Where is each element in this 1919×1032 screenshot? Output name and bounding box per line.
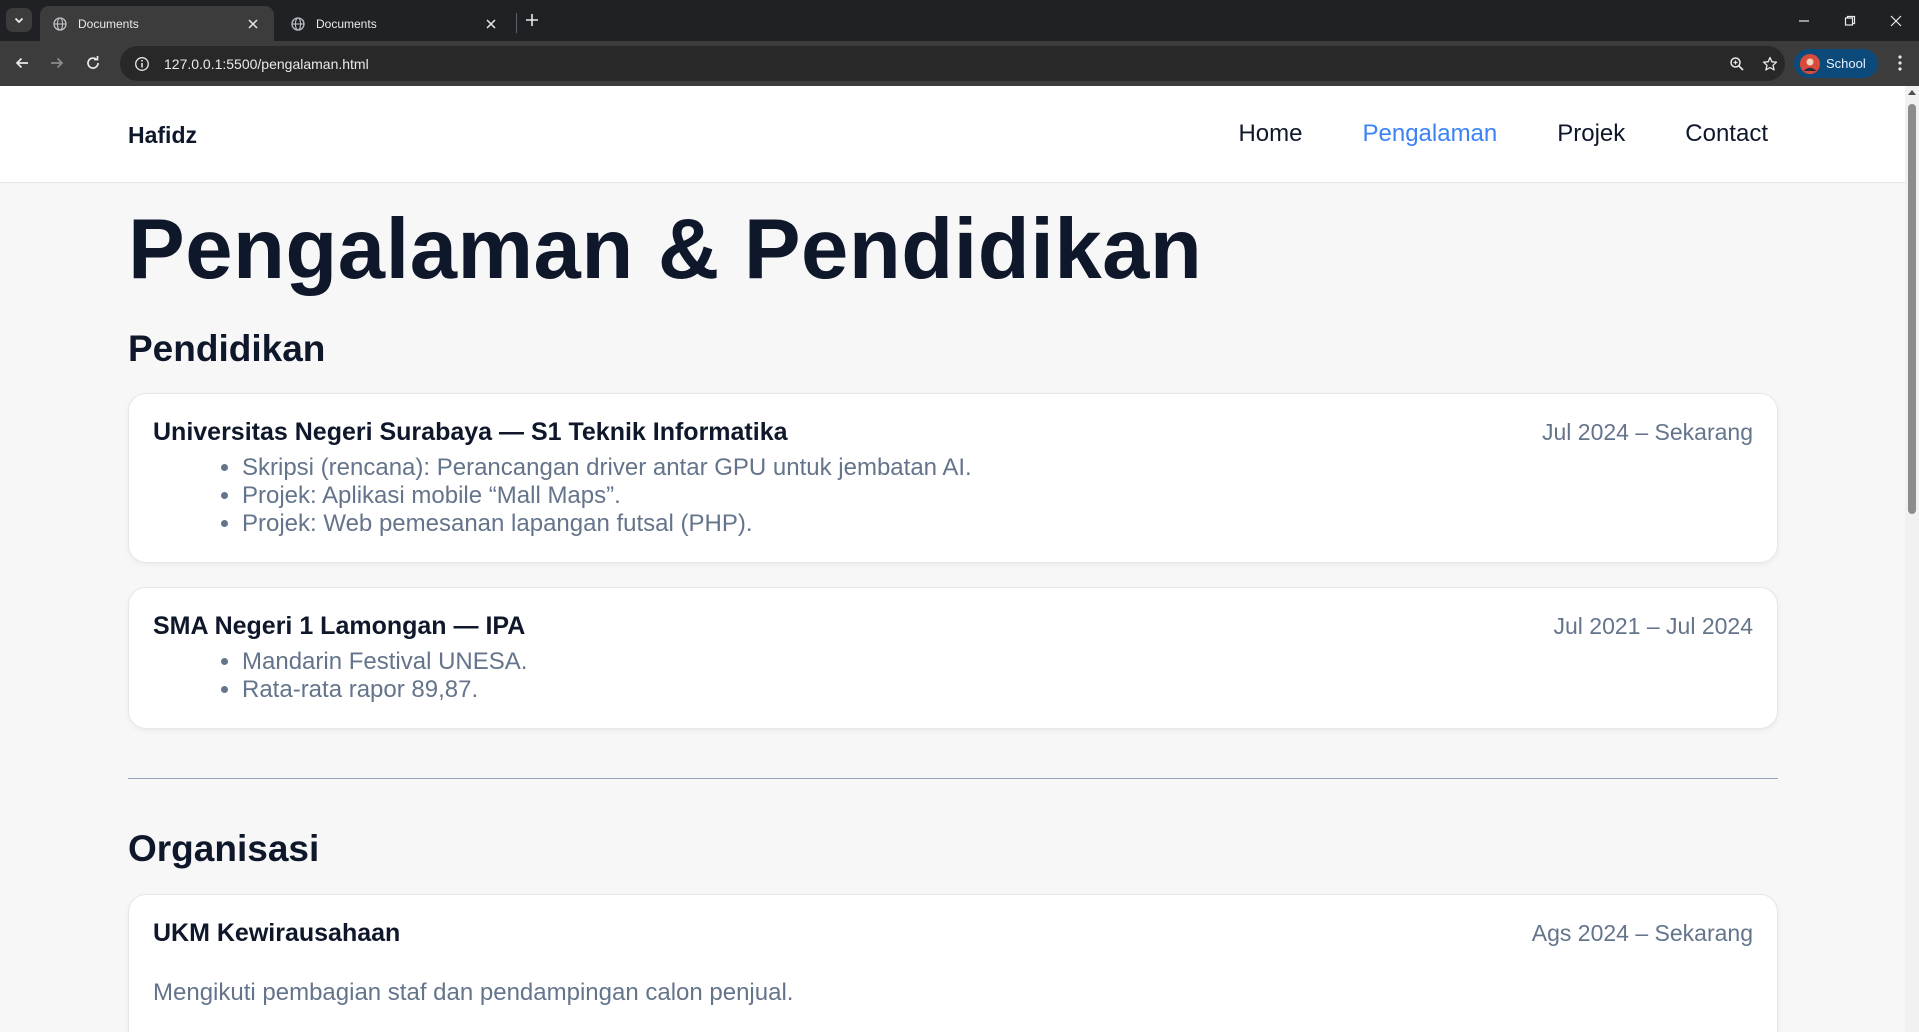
browser-toolbar: 127.0.0.1:5500/pengalaman.html School: [0, 41, 1919, 86]
site-header: Hafidz Home Pengalaman Projek Contact: [0, 86, 1905, 183]
organization-card: UKM Kewirausahaan Ags 2024 – Sekarang Me…: [128, 894, 1778, 1032]
list-item: Projek: Web pemesanan lapangan futsal (P…: [242, 510, 972, 538]
reload-button[interactable]: [78, 48, 108, 78]
address-bar[interactable]: 127.0.0.1:5500/pengalaman.html: [120, 46, 1785, 81]
nav-contact[interactable]: Contact: [1685, 120, 1768, 148]
tab-title: Documents: [316, 16, 377, 31]
card-title: Universitas Negeri Surabaya — S1 Teknik …: [153, 418, 788, 446]
browser-menu-button[interactable]: [1886, 48, 1914, 78]
education-card: SMA Negeri 1 Lamongan — IPA Jul 2021 – J…: [128, 587, 1778, 729]
list-item: Skripsi (rencana): Perancangan driver an…: [242, 454, 972, 482]
url-text[interactable]: 127.0.0.1:5500/pengalaman.html: [164, 56, 1785, 72]
scrollbar-thumb[interactable]: [1908, 104, 1916, 514]
more-vertical-icon: [1898, 55, 1902, 71]
arrow-left-icon: [15, 57, 28, 69]
bookmark-star-icon[interactable]: [1755, 46, 1785, 81]
forward-button[interactable]: [42, 48, 72, 78]
education-card: Universitas Negeri Surabaya — S1 Teknik …: [128, 393, 1778, 563]
card-bullets: Skripsi (rencana): Perancangan driver an…: [242, 454, 972, 538]
card-date: Ags 2024 – Sekarang: [1531, 920, 1753, 946]
card-title: UKM Kewirausahaan: [153, 919, 401, 947]
tab-title: Documents: [78, 16, 139, 31]
plus-icon: [526, 14, 538, 26]
back-button[interactable]: [7, 48, 37, 78]
card-bullets: Mandarin Festival UNESA. Rata-rata rapor…: [242, 648, 527, 704]
close-icon: [1890, 15, 1902, 26]
restore-button[interactable]: [1827, 0, 1873, 41]
nav-home[interactable]: Home: [1238, 120, 1302, 148]
page-title: Pengalaman & Pendidikan: [128, 202, 1203, 297]
scroll-up-arrow[interactable]: [1908, 90, 1916, 95]
tab-documents[interactable]: Documents: [278, 6, 512, 41]
site-nav: Home Pengalaman Projek Contact: [1238, 120, 1768, 148]
close-icon[interactable]: [482, 15, 500, 33]
arrow-right-icon: [51, 57, 64, 69]
info-icon[interactable]: [124, 56, 160, 72]
avatar: [1800, 53, 1820, 74]
reload-icon: [87, 56, 99, 69]
new-tab-button[interactable]: [520, 8, 544, 32]
tab-separator: [516, 13, 517, 33]
minimize-button[interactable]: [1781, 0, 1827, 41]
chevron-down-icon: [14, 17, 24, 24]
section-title-pendidikan: Pendidikan: [128, 328, 326, 369]
minimize-icon: [1799, 19, 1809, 22]
vertical-scrollbar[interactable]: [1905, 86, 1919, 1032]
card-title: SMA Negeri 1 Lamongan — IPA: [153, 612, 526, 640]
section-title-organisasi: Organisasi: [128, 828, 320, 869]
globe-icon: [52, 16, 68, 32]
browser-chrome: Documents Documents 127.0.0.1:5500/penga…: [0, 0, 1919, 86]
list-item: Mandarin Festival UNESA.: [242, 648, 527, 676]
profile-button[interactable]: School: [1794, 49, 1878, 78]
tab-search-button[interactable]: [6, 8, 32, 32]
section-divider: [128, 778, 1778, 779]
card-description: Mengikuti pembagian staf dan pendampinga…: [153, 979, 794, 1006]
nav-projek[interactable]: Projek: [1557, 120, 1625, 148]
card-date: Jul 2021 – Jul 2024: [1553, 613, 1754, 639]
restore-icon: [1844, 15, 1856, 26]
globe-icon: [290, 16, 306, 32]
close-icon[interactable]: [244, 15, 262, 33]
zoom-icon[interactable]: [1722, 46, 1752, 81]
profile-label: School: [1826, 56, 1866, 71]
nav-pengalaman[interactable]: Pengalaman: [1362, 120, 1497, 148]
site-brand[interactable]: Hafidz: [128, 122, 197, 149]
page-viewport: Hafidz Home Pengalaman Projek Contact Pe…: [0, 86, 1905, 1032]
tab-documents-active[interactable]: Documents: [40, 6, 274, 41]
card-date: Jul 2024 – Sekarang: [1542, 419, 1753, 445]
tab-strip: Documents Documents: [0, 0, 1919, 41]
list-item: Rata-rata rapor 89,87.: [242, 676, 527, 704]
window-close-button[interactable]: [1873, 0, 1919, 41]
list-item: Projek: Aplikasi mobile “Mall Maps”.: [242, 482, 972, 510]
